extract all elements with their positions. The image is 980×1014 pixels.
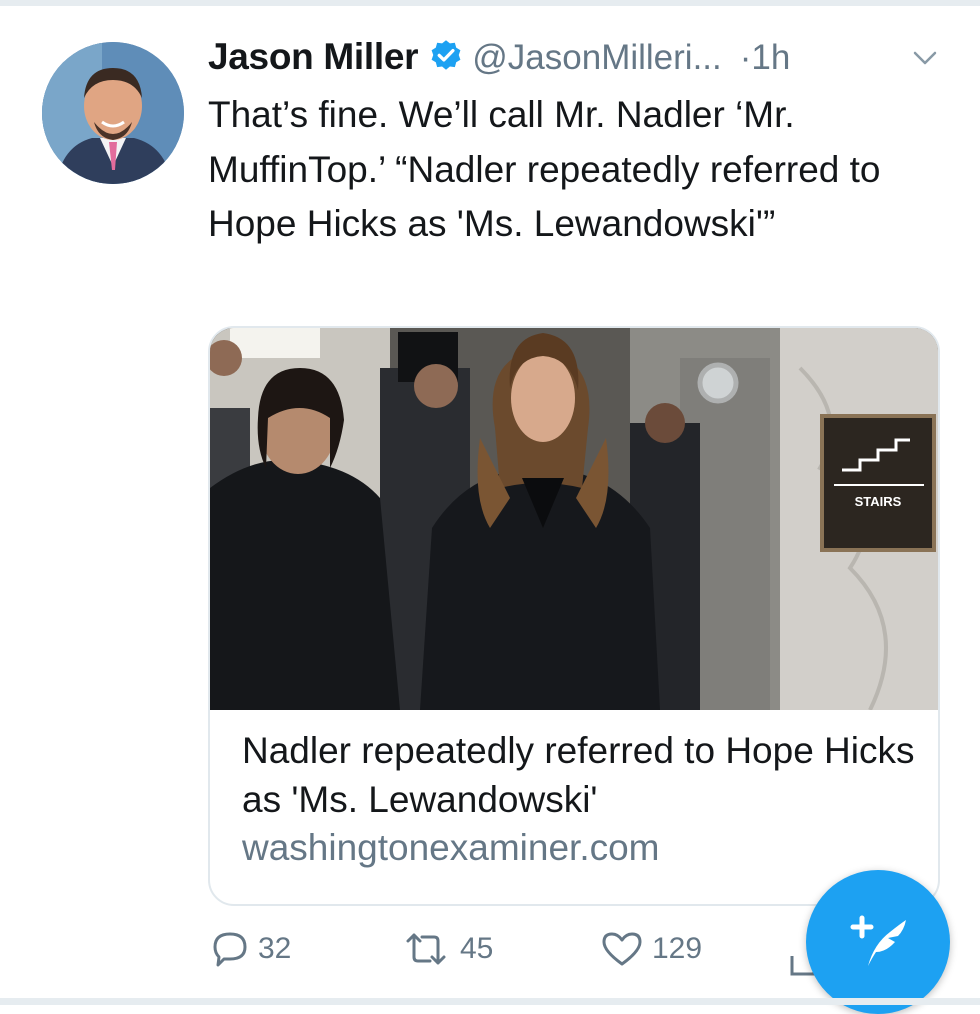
reply-count: 32 (258, 932, 292, 965)
tweet-text: That’s fine. We’ll call Mr. Nadler ‘Mr. … (208, 94, 881, 244)
retweet-button[interactable]: 45 (400, 925, 493, 973)
like-count: 129 (652, 932, 703, 965)
compose-tweet-button[interactable] (806, 870, 950, 1014)
card-body: Nadler repeatedly referred to Hope Hicks… (242, 726, 922, 872)
reply-button[interactable]: 32 (210, 925, 291, 973)
stairs-sign-text: STAIRS (855, 494, 902, 509)
author-avatar[interactable] (42, 42, 184, 184)
card-image: STAIRS (210, 328, 938, 710)
card-title[interactable]: Nadler repeatedly referred to Hope Hicks… (242, 726, 922, 824)
link-card[interactable]: STAIRS Nadler repeatedly referred to Hop… (208, 326, 940, 906)
top-divider (0, 0, 980, 6)
bottom-divider (0, 998, 980, 1005)
tweet-header: Jason Miller @JasonMilleri... ·1h (208, 36, 948, 86)
heart-icon (600, 929, 644, 969)
timestamp[interactable]: 1h (751, 38, 790, 77)
author-handle[interactable]: @JasonMilleri... (472, 38, 721, 77)
avatar-photo (42, 42, 184, 184)
like-button[interactable]: 129 (600, 925, 702, 973)
card-domain[interactable]: washingtonexaminer.com (242, 824, 922, 872)
retweet-count: 45 (460, 932, 494, 965)
verified-badge-icon (428, 38, 464, 74)
chevron-down-icon[interactable] (912, 48, 938, 68)
author-name[interactable]: Jason Miller (208, 36, 419, 77)
tweet-actions: 32 45 129 (210, 925, 816, 976)
timestamp-separator: · (739, 38, 752, 77)
reply-icon (210, 929, 250, 969)
compose-feather-icon (838, 900, 918, 985)
retweet-icon (400, 929, 452, 969)
